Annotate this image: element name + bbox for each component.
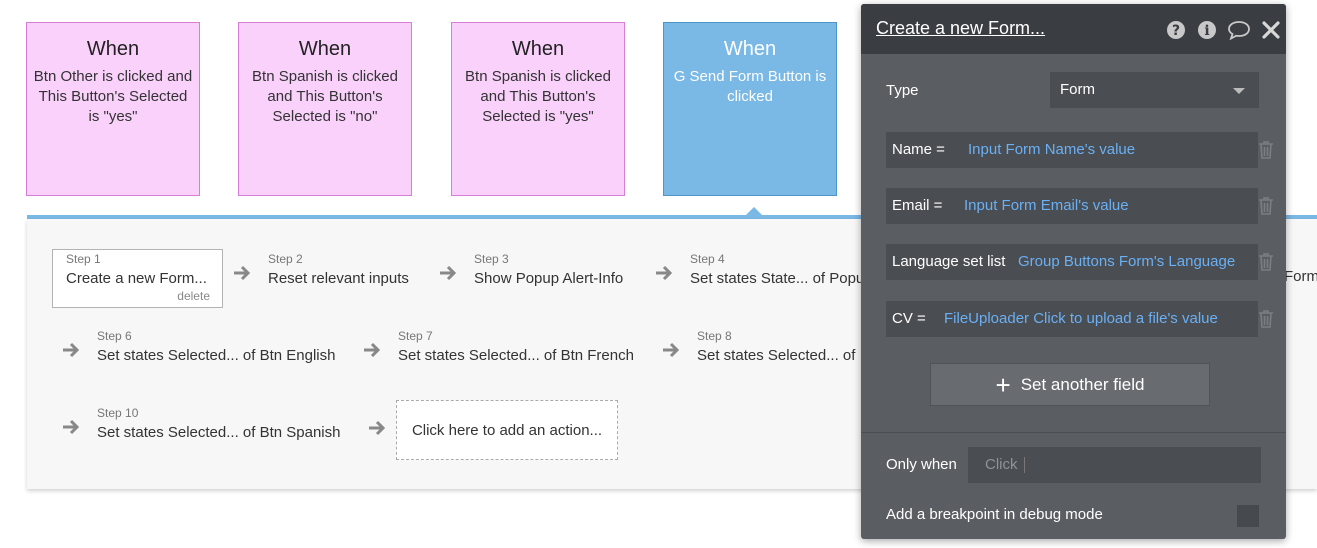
step-4-set-states[interactable]: Step 4 Set states State... of Popu [690,252,864,289]
info-icon[interactable]: i [1197,20,1217,40]
step-2-reset-inputs[interactable]: Step 2 Reset relevant inputs [268,252,409,289]
svg-text:i: i [1204,23,1209,39]
step-label: Step 6 [97,329,132,343]
event-card-btn-spanish-yes[interactable]: When Btn Spanish is clicked and This But… [451,22,625,196]
field-value-expression[interactable]: Group Buttons Form's Language [1018,244,1235,280]
editor-title[interactable]: Create a new Form... [876,18,1045,39]
arrow-right-icon [234,265,251,281]
field-key: Language set list [892,253,1006,270]
event-card-send-form[interactable]: When G Send Form Button is clicked [663,22,837,196]
step-title: Reset relevant inputs [268,270,409,287]
field-email[interactable]: Email = Input Form Email's value [886,188,1258,224]
arrow-right-icon [656,265,673,281]
step-title: Set states State... of Popu [690,270,865,287]
arrow-right-icon [63,342,80,358]
step-6-btn-english[interactable]: Step 6 Set states Selected... of Btn Eng… [97,329,335,366]
trash-icon[interactable] [1257,309,1275,329]
event-description: G Send Form Button is clicked [673,68,827,105]
field-key: Name = [892,141,945,158]
event-when-label: When [723,38,777,60]
editor-divider [861,432,1286,433]
step-8-set-states[interactable]: Step 8 Set states Selected... of [697,329,855,366]
field-name[interactable]: Name = Input Form Name's value [886,132,1258,168]
field-value-expression[interactable]: FileUploader Click to upload a file's va… [944,301,1218,337]
plus-icon: + [995,369,1011,400]
trash-icon[interactable] [1257,252,1275,272]
event-description: Btn Spanish is clicked and This Button's… [465,68,611,125]
step-10-btn-spanish[interactable]: Step 10 Set states Selected... of Btn Sp… [97,406,340,443]
event-when-label: When [298,38,352,60]
property-editor: Create a new Form... ? i Type Form Name … [861,4,1286,539]
step-title: Show Popup Alert-Info [474,270,624,287]
event-card-btn-spanish-no[interactable]: When Btn Spanish is clicked and This But… [238,22,412,196]
step-7-btn-french[interactable]: Step 7 Set states Selected... of Btn Fre… [398,329,634,366]
add-action-button[interactable]: Click here to add an action... [396,400,618,460]
event-description: Btn Spanish is clicked and This Button's… [252,68,398,125]
breakpoint-checkbox[interactable] [1237,505,1259,527]
field-key: CV = [892,310,926,327]
step-label: Step 4 [690,252,725,266]
step-label: Step 7 [398,329,433,343]
comment-icon[interactable] [1227,20,1251,40]
step-label: Step 8 [697,329,732,343]
set-another-field-button[interactable]: + Set another field [930,363,1210,406]
field-cv[interactable]: CV = FileUploader Click to upload a file… [886,301,1258,337]
step-delete-link[interactable]: delete [66,289,210,303]
field-key: Email = [892,197,943,214]
arrow-right-icon [440,265,457,281]
event-description: Btn Other is clicked and This Button's S… [33,68,193,125]
type-dropdown-value: Form [1060,81,1095,98]
help-icon[interactable]: ? [1166,20,1186,40]
arrow-right-icon [369,420,386,436]
type-dropdown[interactable]: Form [1050,72,1259,108]
trash-icon[interactable] [1257,196,1275,216]
field-language-set-list[interactable]: Language set list Group Buttons Form's L… [886,244,1258,280]
field-value-expression[interactable]: Input Form Name's value [968,132,1135,168]
event-when-label: When [86,38,140,60]
breakpoint-label: Add a breakpoint in debug mode [886,506,1103,523]
step-label: Step 1 [66,252,101,266]
field-value-expression[interactable]: Input Form Email's value [964,188,1129,224]
arrow-right-icon [663,342,680,358]
step-3-show-popup[interactable]: Step 3 Show Popup Alert-Info [474,252,623,289]
step-title: Set states Selected... of Btn English [97,347,336,364]
type-label: Type [886,82,919,99]
svg-text:?: ? [1172,23,1180,39]
step-title: Set states Selected... of Btn French [398,347,634,364]
only-when-input[interactable]: Click [968,447,1261,483]
event-when-label: When [511,38,565,60]
input-cursor-separator [1023,457,1025,474]
step-title: Set states Selected... of Btn Spanish [97,424,341,441]
event-card-btn-other[interactable]: When Btn Other is clicked and This Butto… [26,22,200,196]
close-icon[interactable] [1261,20,1281,40]
only-when-placeholder: Click [985,456,1018,473]
set-another-field-label: Set another field [1020,374,1145,394]
only-when-label: Only when [886,456,957,473]
step-label: Step 2 [268,252,303,266]
editor-header: Create a new Form... ? i [861,4,1286,54]
step-label: Step 3 [474,252,509,266]
arrow-right-icon [63,419,80,435]
step-label: Step 10 [97,406,139,420]
step-title: Create a new Form... [66,270,207,287]
chevron-down-icon [1233,88,1245,94]
trash-icon[interactable] [1257,140,1275,160]
arrow-right-icon [364,342,381,358]
step-5-partial[interactable]: Form [1284,268,1317,285]
step-title: Set states Selected... of [697,347,856,364]
step-1-create-form[interactable]: Step 1 Create a new Form... delete [52,249,223,308]
